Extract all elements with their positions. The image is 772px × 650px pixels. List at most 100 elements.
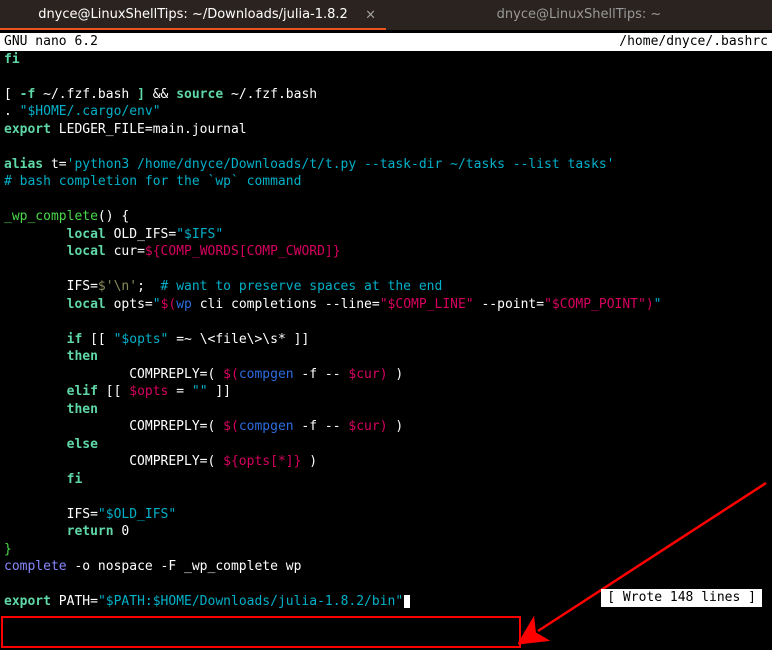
- code-text: [4, 332, 67, 347]
- code-text: $(: [223, 419, 239, 434]
- code-text: [4, 227, 67, 242]
- code-text: $'\n': [98, 279, 137, 294]
- code-text: then: [67, 402, 98, 417]
- code-text: ~/.fzf.bash: [223, 87, 317, 102]
- status-text: [ Wrote 148 lines ]: [607, 590, 756, 605]
- code-text: "": [192, 384, 208, 399]
- code-text: [4, 244, 67, 259]
- code-text: () {: [98, 209, 129, 224]
- code-text: [4, 384, 67, 399]
- code-text: t=: [43, 157, 66, 172]
- code-text: ): [380, 367, 388, 382]
- code-text: "$opts": [114, 332, 169, 347]
- code-text: [4, 349, 67, 364]
- code-text: OLD_IFS=: [106, 227, 176, 242]
- code-text: elif: [67, 384, 98, 399]
- tab-active[interactable]: dnyce@LinuxShellTips: ~/Downloads/julia-…: [0, 0, 386, 30]
- code-text: ~/.fzf.bash: [35, 87, 137, 102]
- code-text: "$COMP_POINT": [544, 297, 646, 312]
- code-text: &&: [145, 87, 176, 102]
- code-text: IFS=: [4, 507, 98, 522]
- code-text: [: [4, 87, 20, 102]
- code-text: else: [67, 437, 98, 452]
- code-text: 0: [114, 524, 130, 539]
- code-text: =: [168, 384, 191, 399]
- code-text: IFS=: [4, 279, 98, 294]
- code-text: ": [654, 297, 662, 312]
- code-text: $cur: [348, 419, 379, 434]
- code-text: ;: [137, 279, 160, 294]
- code-text: $(: [161, 297, 177, 312]
- code-text: opts=: [106, 297, 153, 312]
- tab-label: dnyce@LinuxShellTips: ~: [497, 6, 662, 24]
- code-text: return: [67, 524, 114, 539]
- code-text: complete: [4, 559, 67, 574]
- code-text: ${opts[*]}: [223, 454, 301, 469]
- nano-title-bar: GNU nano 6.2 /home/dnyce/.bashrc: [0, 33, 772, 51]
- code-text: ): [388, 367, 404, 382]
- nano-status-message: [ Wrote 148 lines ]: [601, 589, 762, 607]
- code-text: ]: [137, 87, 145, 102]
- code-text: COMPREPLY=(: [4, 419, 223, 434]
- annotation-box: [1, 616, 521, 648]
- nano-version: GNU nano 6.2: [4, 33, 98, 51]
- code-text: [4, 437, 67, 452]
- code-text: fi: [4, 52, 20, 67]
- code-text: -f --: [294, 419, 349, 434]
- cursor: [403, 594, 411, 609]
- code-text: [4, 402, 67, 417]
- code-text: -f --: [294, 367, 349, 382]
- code-text: 'python3 /home/dnyce/Downloads/t/t.py --…: [67, 157, 615, 172]
- code-text: =~ \<file\>\s* ]]: [168, 332, 309, 347]
- code-text: $(: [223, 367, 239, 382]
- code-text: [4, 472, 67, 487]
- code-text: fi: [67, 472, 83, 487]
- editor-area[interactable]: fi [ -f ~/.fzf.bash ] && source ~/.fzf.b…: [0, 51, 772, 611]
- code-text: }: [4, 542, 12, 557]
- code-text: .: [4, 104, 20, 119]
- code-text: cli completions --line=: [192, 297, 380, 312]
- code-text: alias: [4, 157, 43, 172]
- tab-active-indicator: [0, 28, 386, 30]
- code-text: ): [380, 419, 388, 434]
- code-text: -o nospace -F _wp_complete wp: [67, 559, 302, 574]
- code-text: PATH=: [51, 594, 98, 609]
- tab-inactive[interactable]: dnyce@LinuxShellTips: ~: [386, 0, 772, 30]
- code-text: then: [67, 349, 98, 364]
- code-text: # want to preserve spaces at the end: [161, 279, 443, 294]
- code-text: local: [67, 244, 106, 259]
- code-text: [[: [98, 384, 129, 399]
- code-text: # bash completion for the `wp` command: [4, 174, 301, 189]
- code-text: export: [4, 122, 51, 137]
- code-text: ): [646, 297, 654, 312]
- code-text: $cur: [348, 367, 379, 382]
- code-text: source: [176, 87, 223, 102]
- code-text: _wp_complete: [4, 209, 98, 224]
- code-text: compgen: [239, 419, 294, 434]
- code-text: COMPREPLY=(: [4, 367, 223, 382]
- code-text: "$OLD_IFS": [98, 507, 176, 522]
- code-text: ${COMP_WORDS[COMP_CWORD]}: [145, 244, 341, 259]
- tab-bar: dnyce@LinuxShellTips: ~/Downloads/julia-…: [0, 0, 772, 30]
- code-text: ): [301, 454, 317, 469]
- code-text: "$COMP_LINE": [380, 297, 474, 312]
- code-text: $opts: [129, 384, 168, 399]
- code-text: --point=: [474, 297, 544, 312]
- code-text: if: [67, 332, 83, 347]
- code-text: COMPREPLY=(: [4, 454, 223, 469]
- code-text: "$HOME/.cargo/env": [20, 104, 161, 119]
- code-text: compgen: [239, 367, 294, 382]
- code-text: [[: [82, 332, 113, 347]
- code-text: LEDGER_FILE=main.journal: [51, 122, 247, 137]
- close-icon[interactable]: ×: [365, 6, 376, 24]
- code-text: local: [67, 297, 106, 312]
- code-text: "$IFS": [176, 227, 223, 242]
- code-text: [4, 524, 67, 539]
- code-text: [4, 297, 67, 312]
- code-text: export: [4, 594, 51, 609]
- code-text: ": [153, 297, 161, 312]
- code-text: -f: [20, 87, 36, 102]
- tab-label: dnyce@LinuxShellTips: ~/Downloads/julia-…: [38, 6, 348, 24]
- nano-filename: /home/dnyce/.bashrc: [619, 33, 768, 51]
- code-text: wp: [176, 297, 192, 312]
